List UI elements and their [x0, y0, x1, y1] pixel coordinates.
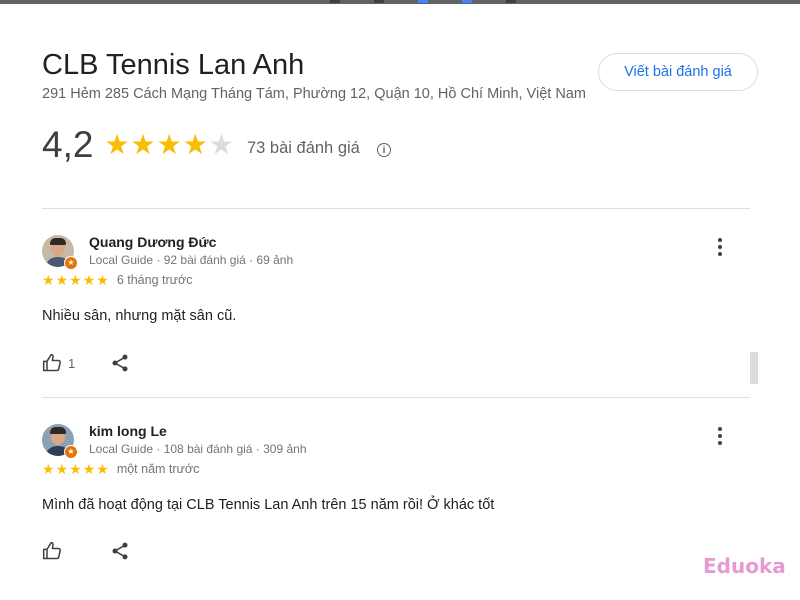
like-button[interactable]: [42, 541, 68, 561]
review-author-meta: Local Guide · 92 bài đánh giá · 69 ảnh: [89, 253, 294, 267]
share-icon: [112, 542, 128, 560]
star-icon: ★: [182, 129, 208, 160]
review-rating: ★ ★ ★ ★ ★ 6 tháng trước: [42, 273, 192, 287]
like-count: 1: [68, 355, 76, 371]
star-icon: ★: [130, 129, 156, 160]
star-icon: ★: [42, 272, 55, 288]
review-text: Mình đã hoạt động tại CLB Tennis Lan Anh…: [42, 497, 495, 513]
star-icon: ★: [55, 272, 69, 288]
place-title: CLB Tennis Lan Anh: [42, 49, 305, 81]
review-actions: [42, 541, 128, 561]
review-count-link[interactable]: 73 bài đánh giá: [247, 139, 360, 158]
share-icon: [112, 354, 128, 372]
review-author[interactable]: Quang Dương Đức: [89, 234, 216, 250]
star-icon: ★: [69, 461, 82, 477]
local-guide-badge-icon: ★: [64, 445, 78, 459]
review-stars: ★ ★ ★ ★ ★: [42, 462, 109, 476]
star-icon: ★: [82, 461, 96, 477]
divider: [42, 208, 750, 209]
scrollbar-thumb[interactable]: [750, 352, 758, 384]
star-icon: ★: [42, 461, 55, 477]
star-icon: ★: [55, 461, 69, 477]
place-address: 291 Hẻm 285 Cách Mạng Tháng Tám, Phường …: [42, 86, 586, 102]
share-button[interactable]: [110, 353, 130, 378]
share-button[interactable]: [110, 541, 130, 566]
browser-top-edge: [0, 0, 800, 4]
rating-stars: ★ ★ ★ ★ ★: [104, 131, 234, 159]
more-options-icon[interactable]: [710, 235, 730, 259]
review-author[interactable]: kim long Le: [89, 423, 167, 439]
thumbs-up-icon: [42, 541, 61, 560]
review-time: 6 tháng trước: [116, 273, 193, 287]
write-review-button[interactable]: Viết bài đánh giá: [598, 53, 758, 91]
review-actions: 1: [42, 353, 128, 373]
like-button[interactable]: 1: [42, 353, 75, 373]
thumbs-up-icon: [42, 353, 61, 372]
rating-value: 4,2: [42, 124, 94, 165]
rating-summary: 4,2 ★ ★ ★ ★ ★ 73 bài đánh giá: [42, 124, 360, 166]
star-icon: ★: [96, 461, 109, 477]
review-stars: ★ ★ ★ ★ ★: [42, 273, 109, 287]
star-icon: ★: [104, 129, 130, 160]
star-icon: ★: [82, 272, 96, 288]
more-options-icon[interactable]: [710, 424, 730, 448]
review-time: một năm trước: [116, 462, 200, 476]
review-rating: ★ ★ ★ ★ ★ một năm trước: [42, 462, 199, 476]
review-author-meta: Local Guide · 108 bài đánh giá · 309 ảnh: [89, 442, 307, 456]
star-icon: ★: [156, 129, 182, 160]
divider: [42, 397, 750, 398]
star-icon: ★: [69, 272, 82, 288]
local-guide-badge-icon: ★: [64, 256, 78, 270]
review-text: Nhiều sân, nhưng mặt sân cũ.: [42, 308, 237, 324]
info-icon[interactable]: i: [377, 143, 391, 157]
star-icon: ★: [208, 129, 234, 160]
watermark-logo: Eduoka: [703, 554, 786, 578]
star-icon: ★: [96, 272, 109, 288]
